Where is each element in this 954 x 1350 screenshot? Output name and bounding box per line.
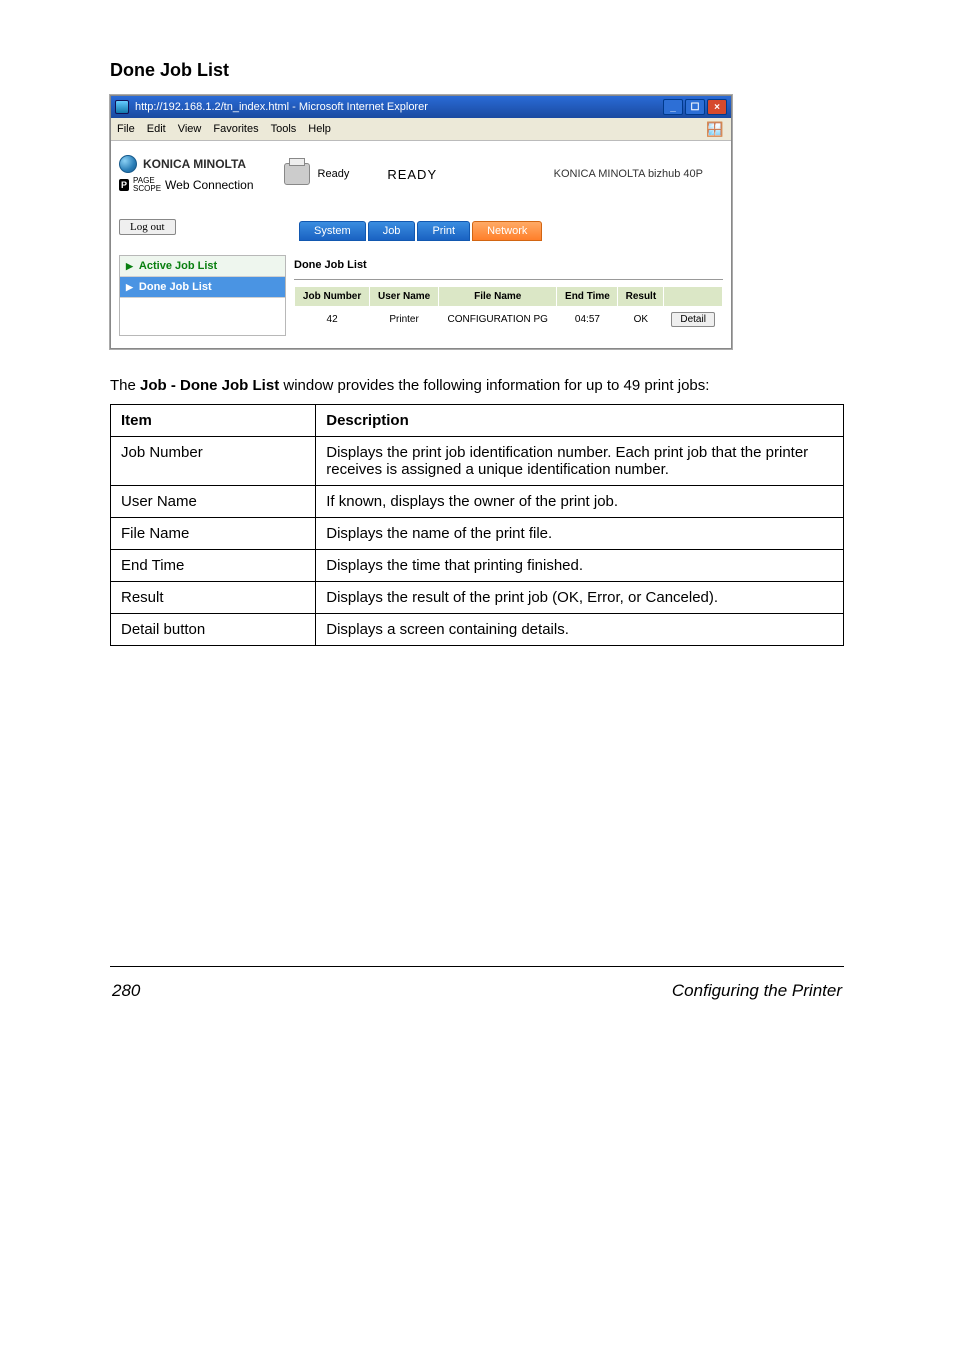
minimize-button[interactable]: _: [663, 99, 683, 115]
close-button[interactable]: ×: [707, 99, 727, 115]
footer-divider: [110, 966, 844, 967]
sidebar-item-label: Done Job List: [139, 281, 212, 293]
th-description: Description: [316, 405, 844, 437]
window-title: http://192.168.1.2/tn_index.html - Micro…: [135, 101, 428, 113]
pagescope-icon: P: [119, 179, 129, 191]
table-row: End Time Displays the time that printing…: [111, 550, 844, 582]
cell-item: User Name: [111, 486, 316, 518]
table-row: Detail button Displays a screen containi…: [111, 614, 844, 646]
maximize-button[interactable]: ☐: [685, 99, 705, 115]
th-result: Result: [618, 287, 664, 307]
cell-item: Detail button: [111, 614, 316, 646]
th-user-name: User Name: [370, 287, 439, 307]
brand-name: KONICA MINOLTA: [143, 157, 246, 171]
menu-help[interactable]: Help: [308, 123, 331, 135]
triangle-icon: ▶: [126, 261, 133, 272]
browser-window: http://192.168.1.2/tn_index.html - Micro…: [110, 95, 732, 349]
table-row: 42 Printer CONFIGURATION PG 04:57 OK Det…: [295, 307, 723, 333]
cell-job-number: 42: [295, 307, 370, 333]
pane-title: Done Job List: [294, 259, 723, 271]
tab-system[interactable]: System: [299, 221, 366, 241]
tab-job[interactable]: Job: [368, 221, 416, 241]
triangle-icon: ▶: [126, 282, 133, 293]
ready-short: Ready: [318, 168, 350, 180]
th-job-number: Job Number: [295, 287, 370, 307]
cell-desc: If known, displays the owner of the prin…: [316, 486, 844, 518]
cell-item: Result: [111, 582, 316, 614]
printer-icon: [284, 163, 310, 185]
cell-desc: Displays the name of the print file.: [316, 518, 844, 550]
cell-item: Job Number: [111, 437, 316, 486]
th-item: Item: [111, 405, 316, 437]
table-row: Result Displays the result of the print …: [111, 582, 844, 614]
side-nav: ▶ Active Job List ▶ Done Job List: [119, 255, 286, 336]
table-header-row: Job Number User Name File Name End Time …: [295, 287, 723, 307]
th-blank: [664, 287, 723, 307]
tab-network[interactable]: Network: [472, 221, 542, 241]
ready-big: READY: [387, 167, 437, 182]
page-footer: 280 Configuring the Printer: [110, 975, 844, 1001]
cell-file-name: CONFIGURATION PG: [439, 307, 557, 333]
sidebar-item-done-job-list[interactable]: ▶ Done Job List: [120, 277, 285, 298]
cell-user-name: Printer: [370, 307, 439, 333]
detail-button[interactable]: Detail: [671, 312, 715, 327]
pagescope-label: PAGE SCOPE: [133, 177, 161, 193]
cell-desc: Displays the result of the print job (OK…: [316, 582, 844, 614]
cell-item: End Time: [111, 550, 316, 582]
cell-item: File Name: [111, 518, 316, 550]
sidebar-item-active-job-list[interactable]: ▶ Active Job List: [120, 256, 285, 277]
page-number: 280: [112, 981, 140, 1001]
cell-result: OK: [618, 307, 664, 333]
logout-button[interactable]: Log out: [119, 219, 176, 235]
sidebar-item-label: Active Job List: [139, 260, 217, 272]
table-row: Job Number Displays the print job identi…: [111, 437, 844, 486]
section-heading: Done Job List: [110, 60, 844, 81]
cell-desc: Displays the time that printing finished…: [316, 550, 844, 582]
th-file-name: File Name: [439, 287, 557, 307]
description-table: Item Description Job Number Displays the…: [110, 404, 844, 646]
ie-icon: [115, 100, 129, 114]
footer-title: Configuring the Printer: [672, 981, 842, 1001]
done-job-table: Job Number User Name File Name End Time …: [294, 286, 723, 332]
km-logo-icon: [119, 155, 137, 173]
th-end-time: End Time: [557, 287, 618, 307]
table-row: User Name If known, displays the owner o…: [111, 486, 844, 518]
menu-favorites[interactable]: Favorites: [213, 123, 258, 135]
menu-edit[interactable]: Edit: [147, 123, 166, 135]
menu-view[interactable]: View: [178, 123, 202, 135]
model-name: KONICA MINOLTA bizhub 40P: [554, 168, 723, 180]
window-titlebar: http://192.168.1.2/tn_index.html - Micro…: [111, 96, 731, 118]
cell-desc: Displays the print job identification nu…: [316, 437, 844, 486]
menu-file[interactable]: File: [117, 123, 135, 135]
caption-paragraph: The Job - Done Job List window provides …: [110, 375, 844, 396]
windows-logo-icon: 🪟: [705, 120, 725, 138]
cell-end-time: 04:57: [557, 307, 618, 333]
menu-tools[interactable]: Tools: [271, 123, 297, 135]
divider: [294, 279, 723, 280]
table-row: File Name Displays the name of the print…: [111, 518, 844, 550]
menubar: File Edit View Favorites Tools Help 🪟: [111, 118, 731, 141]
tab-print[interactable]: Print: [417, 221, 470, 241]
cell-desc: Displays a screen containing details.: [316, 614, 844, 646]
brand-sub: Web Connection: [165, 178, 254, 192]
